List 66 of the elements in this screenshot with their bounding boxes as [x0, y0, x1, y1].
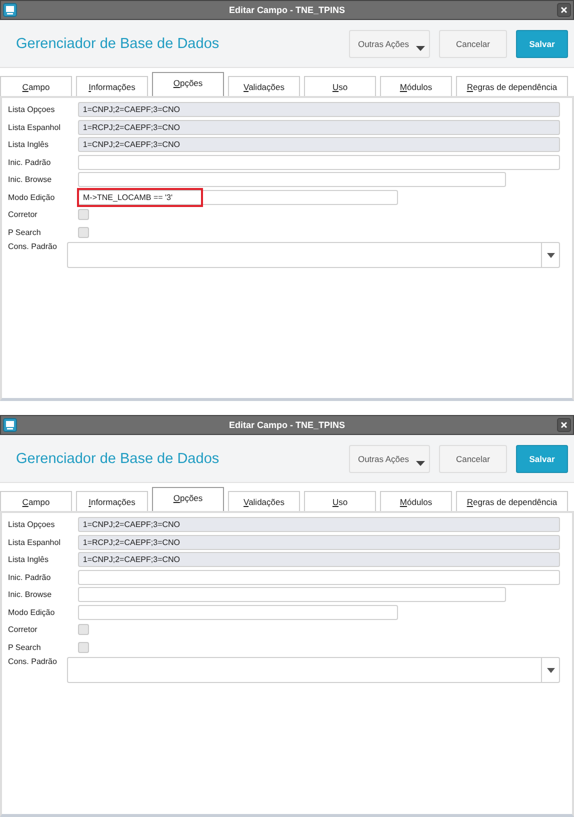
- dropdown-arrow-icon: [546, 668, 554, 672]
- menu-button[interactable]: Outras Ações: [348, 444, 430, 472]
- input-field[interactable]: 1=CNPJ;2=CAEPF;3=CNO: [78, 517, 560, 532]
- field-label: Corretor: [7, 625, 38, 634]
- caret-icon: [416, 46, 425, 50]
- field-label: Lista Opçoes: [7, 520, 56, 530]
- field-label: Cons. Padrão: [7, 242, 58, 251]
- combo-field[interactable]: [66, 242, 560, 268]
- tab[interactable]: Módulos: [380, 76, 452, 96]
- tab[interactable]: Opções: [152, 487, 224, 511]
- checkbox[interactable]: [78, 624, 89, 636]
- tab[interactable]: Regras de dependência: [456, 491, 568, 511]
- input-field[interactable]: 1=CNPJ;2=CAEPF;3=CNO: [78, 137, 560, 152]
- cancel-button[interactable]: Cancelar: [438, 30, 507, 58]
- combo-field[interactable]: [66, 657, 560, 683]
- input-field[interactable]: 1=CNPJ;2=CAEPF;3=CNO: [78, 102, 560, 118]
- dropdown-arrow-icon: [546, 252, 554, 258]
- tab[interactable]: Campo: [0, 491, 72, 511]
- field-label: P Search: [7, 228, 42, 237]
- checkbox[interactable]: [78, 226, 89, 238]
- tab[interactable]: Informações: [76, 76, 148, 96]
- input-field[interactable]: [78, 570, 560, 585]
- tab[interactable]: Módulos: [380, 491, 452, 511]
- field-label: Lista Espanhol: [7, 122, 62, 132]
- menu-button[interactable]: Outras Ações: [348, 30, 430, 58]
- app-title: Gerenciador de Base de Dados: [16, 450, 220, 466]
- checkbox[interactable]: [78, 642, 89, 653]
- caret-icon: [416, 460, 425, 466]
- tab[interactable]: Uso: [304, 491, 376, 511]
- field-label: Lista Inglês: [7, 140, 50, 150]
- close-icon[interactable]: [557, 418, 571, 432]
- tab[interactable]: Informações: [76, 491, 148, 511]
- checkbox[interactable]: [78, 209, 89, 220]
- field-label: Modo Edição: [7, 608, 56, 617]
- monitor-icon: [3, 3, 17, 17]
- field-label: Lista Inglês: [7, 555, 50, 564]
- field-label: Inic. Browse: [7, 175, 53, 184]
- input-field[interactable]: [78, 154, 560, 170]
- tab[interactable]: Validações: [228, 76, 300, 96]
- input-field[interactable]: 1=RCPJ;2=CAEPF;3=CNO: [78, 534, 560, 550]
- field-label: Lista Espanhol: [7, 538, 62, 547]
- field-label: Corretor: [7, 210, 38, 220]
- tab[interactable]: Regras de dependência: [456, 76, 568, 96]
- input-field[interactable]: 1=CNPJ;2=CAEPF;3=CNO: [78, 552, 560, 568]
- input-field[interactable]: M->TNE_LOCAMB == '3': [78, 190, 398, 205]
- field-label: Lista Opçoes: [7, 105, 56, 114]
- tab[interactable]: Validações: [228, 491, 300, 511]
- input-field[interactable]: [78, 587, 506, 602]
- input-field[interactable]: 1=RCPJ;2=CAEPF;3=CNO: [78, 120, 560, 135]
- monitor-icon: [3, 418, 17, 432]
- field-label: Cons. Padrão: [7, 657, 58, 666]
- close-icon[interactable]: [557, 3, 571, 17]
- input-field[interactable]: [78, 604, 398, 620]
- cancel-button[interactable]: Cancelar: [438, 444, 507, 472]
- window-title: Editar Campo - TNE_TPINS: [228, 5, 345, 15]
- tab[interactable]: Campo: [0, 76, 72, 96]
- field-label: Modo Edição: [7, 192, 56, 202]
- tab[interactable]: Opções: [152, 72, 224, 96]
- input-field[interactable]: [78, 172, 506, 188]
- field-label: Inic. Browse: [7, 590, 53, 600]
- field-label: Inic. Padrão: [7, 572, 52, 582]
- tab[interactable]: Uso: [304, 76, 376, 96]
- window-title: Editar Campo - TNE_TPINS: [228, 420, 345, 430]
- field-label: P Search: [7, 642, 42, 652]
- field-label: Inic. Padrão: [7, 158, 52, 167]
- app-title: Gerenciador de Base de Dados: [16, 36, 220, 52]
